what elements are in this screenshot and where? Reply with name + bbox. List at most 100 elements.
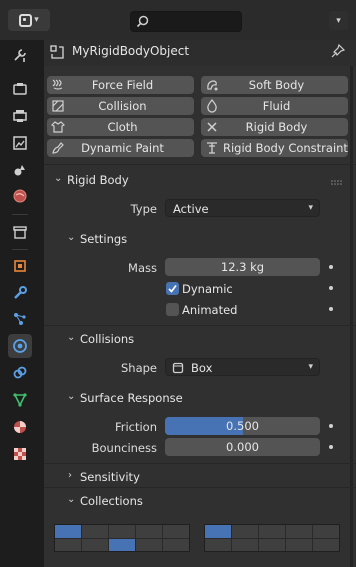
tab-texture[interactable]: [8, 442, 32, 466]
rigid-body-remove-button[interactable]: Rigid Body: [201, 118, 348, 136]
tab-world[interactable]: [8, 184, 32, 208]
keyframe-dot-icon[interactable]: [329, 424, 333, 428]
collection-layer-toggle[interactable]: [286, 525, 312, 538]
collection-layer-toggle[interactable]: [259, 525, 285, 538]
friction-slider[interactable]: 0.500: [165, 417, 320, 435]
chevron-down-icon[interactable]: ⌄: [67, 232, 75, 243]
view-layer-icon: [13, 136, 27, 150]
chevron-down-icon[interactable]: ⌄: [67, 494, 75, 505]
search-input[interactable]: [130, 11, 242, 32]
editor-type-button[interactable]: ▾: [8, 9, 50, 31]
chevron-down-icon[interactable]: ⌄: [67, 391, 75, 402]
bounciness-slider[interactable]: 0.000: [165, 438, 320, 456]
chevron-right-icon[interactable]: ›: [68, 470, 72, 481]
force-field-icon: [52, 79, 63, 90]
keyframe-dot-icon[interactable]: [329, 286, 333, 290]
tab-view-layer[interactable]: [8, 131, 32, 155]
type-dropdown[interactable]: Active ▾: [165, 199, 320, 217]
tab-constraints[interactable]: [8, 361, 32, 385]
drag-handle-icon[interactable]: [331, 176, 343, 189]
rigid-body-panel-header[interactable]: Rigid Body: [67, 173, 129, 187]
tab-object-data[interactable]: [8, 388, 32, 412]
shape-dropdown[interactable]: Box ▾: [165, 358, 320, 376]
dynamic-label[interactable]: Dynamic: [182, 282, 233, 296]
settings-subpanel-header[interactable]: Settings: [80, 232, 127, 246]
output-icon: [13, 110, 27, 122]
object-name: MyRigidBodyObject: [72, 44, 190, 58]
dynamic-paint-button[interactable]: Dynamic Paint: [47, 139, 194, 157]
collection-layer-toggle[interactable]: [313, 525, 339, 538]
collection-layer-toggle[interactable]: [313, 538, 339, 551]
divider: [44, 164, 356, 165]
render-icon: [13, 83, 27, 95]
chevron-down-icon: ▾: [308, 203, 313, 213]
soft-body-button[interactable]: Soft Body: [201, 76, 348, 94]
collection-layer-toggle[interactable]: [163, 525, 189, 538]
chevron-down-icon: ▾: [308, 362, 313, 372]
cloth-icon: [51, 121, 65, 133]
fluid-button[interactable]: Fluid: [201, 97, 348, 115]
physics-icon: [13, 339, 27, 353]
particles-icon: [14, 313, 26, 325]
collection-layer-toggle[interactable]: [136, 538, 162, 551]
bounciness-value: 0.000: [226, 440, 259, 454]
collection-layer-toggle[interactable]: [232, 538, 258, 551]
sensitivity-subpanel-header[interactable]: Sensitivity: [80, 470, 140, 484]
pin-icon[interactable]: [331, 43, 346, 61]
divider: [44, 487, 356, 488]
keyframe-dot-icon[interactable]: [329, 445, 333, 449]
collision-button[interactable]: Collision: [47, 97, 194, 115]
collection-layer-toggle[interactable]: [259, 538, 285, 551]
options-dropdown-button[interactable]: ▾: [329, 11, 348, 30]
fluid-icon: [207, 99, 217, 113]
collection-layer-toggle[interactable]: [205, 525, 231, 538]
collection-layer-toggle[interactable]: [286, 538, 312, 551]
scene-icon: [14, 165, 25, 176]
collection-layer-toggle[interactable]: [205, 538, 231, 551]
tab-material[interactable]: [8, 415, 32, 439]
tab-object[interactable]: [8, 254, 32, 278]
collisions-subpanel-header[interactable]: Collisions: [80, 332, 134, 346]
collision-collections-grid-a[interactable]: [54, 524, 190, 552]
surface-response-subpanel-header[interactable]: Surface Response: [80, 391, 183, 405]
collection-layer-toggle[interactable]: [55, 538, 81, 551]
keyframe-dot-icon[interactable]: [329, 307, 333, 311]
tab-render[interactable]: [8, 77, 32, 101]
tab-collection[interactable]: [8, 220, 32, 244]
cloth-button[interactable]: Cloth: [47, 118, 194, 136]
physics-context-icon: [49, 44, 65, 63]
constraints-icon: [13, 366, 27, 379]
collection-layer-toggle[interactable]: [163, 538, 189, 551]
mass-field[interactable]: 12.3 kg: [165, 258, 320, 276]
collection-layer-toggle[interactable]: [82, 538, 108, 551]
rigid-body-constraint-button[interactable]: Rigid Body Constraint: [201, 139, 348, 157]
keyframe-dot-icon[interactable]: [329, 265, 333, 269]
close-x-icon: [207, 122, 217, 132]
dynamic-checkbox[interactable]: [166, 282, 179, 295]
collection-layer-toggle[interactable]: [136, 525, 162, 538]
force-field-button[interactable]: Force Field: [47, 76, 194, 94]
collection-layer-toggle[interactable]: [109, 525, 135, 538]
chevron-down-icon[interactable]: ⌄: [67, 332, 75, 343]
search-icon: [136, 15, 149, 28]
collision-collections-grid-b[interactable]: [204, 524, 340, 552]
type-value: Active: [173, 202, 209, 216]
collection-layer-toggle[interactable]: [55, 525, 81, 538]
texture-icon: [14, 448, 26, 460]
collection-layer-toggle[interactable]: [232, 525, 258, 538]
animated-checkbox[interactable]: [166, 303, 179, 316]
tab-scene[interactable]: [8, 158, 32, 182]
checkmark-icon: [168, 284, 177, 293]
tab-modifiers[interactable]: [8, 281, 32, 305]
collection-layer-toggle[interactable]: [82, 525, 108, 538]
tab-particles[interactable]: [8, 307, 32, 331]
box-shape-icon: [172, 362, 184, 374]
tab-physics[interactable]: [8, 334, 32, 358]
tab-tool[interactable]: [8, 43, 32, 67]
chevron-down-icon[interactable]: ⌄: [54, 173, 62, 184]
tab-output[interactable]: [8, 104, 32, 128]
collections-subpanel-header[interactable]: Collections: [80, 494, 143, 508]
divider: [44, 325, 356, 326]
collection-layer-toggle[interactable]: [109, 538, 135, 551]
animated-label[interactable]: Animated: [182, 303, 237, 317]
